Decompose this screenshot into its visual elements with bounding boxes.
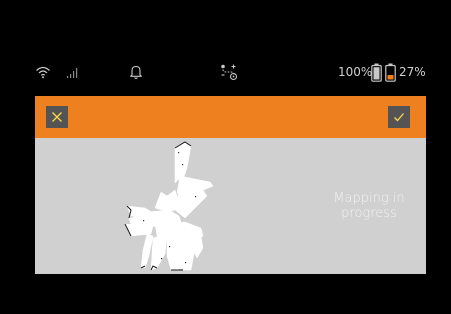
mapping-status-line-2: progress	[341, 206, 397, 221]
status-bar: 100% 27%	[35, 60, 426, 84]
signal-bars-icon	[66, 60, 80, 84]
phone-battery-group: 27%	[399, 60, 426, 84]
robot-route-icon	[219, 60, 239, 84]
robot-battery-text: 100%	[338, 65, 373, 79]
confirm-button[interactable]	[388, 106, 410, 128]
wifi-icon	[35, 60, 51, 84]
bell-icon	[129, 60, 143, 84]
mapping-screen: 100% 27% Mapping in progress	[0, 0, 451, 314]
phone-battery-text: 27%	[399, 65, 426, 79]
phone-battery-icon	[385, 60, 396, 84]
cancel-button[interactable]	[46, 106, 68, 128]
map-area[interactable]: Mapping in progress	[35, 138, 426, 274]
check-icon	[394, 113, 404, 122]
explored-region	[124, 141, 214, 271]
mapping-status-text: Mapping in progress	[309, 191, 426, 221]
header-bar	[35, 96, 426, 138]
robot-battery-icon	[371, 60, 382, 84]
close-icon	[52, 112, 62, 122]
mapping-status-line-1: Mapping in	[333, 191, 405, 206]
robot-battery-group: 100%	[338, 60, 372, 84]
